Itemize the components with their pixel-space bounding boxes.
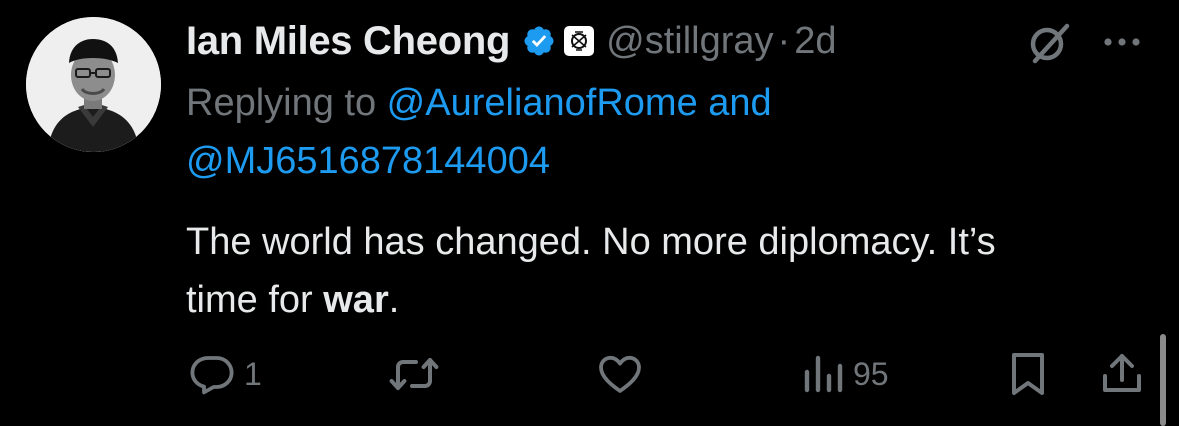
- replying-to: Replying to @AurelianofRome and @MJ651687…: [186, 74, 1086, 190]
- scrollbar[interactable]: [1160, 334, 1166, 426]
- like-icon: [599, 355, 641, 393]
- share-icon: [1103, 354, 1141, 392]
- like-button[interactable]: [596, 346, 644, 402]
- tweet-text-suffix: .: [388, 279, 400, 321]
- tweet-text: The world has changed. No more diplomacy…: [186, 213, 1166, 329]
- retweet-icon: [389, 358, 439, 390]
- verified-badge-icon[interactable]: [522, 24, 556, 58]
- bookmark-button[interactable]: [1006, 346, 1050, 402]
- tweet-text-bold: war: [323, 279, 389, 321]
- tweet-text-line-1: The world has changed. No more diplomacy…: [186, 221, 996, 263]
- views-icon: [804, 355, 843, 393]
- reply-count: 1: [244, 355, 262, 392]
- views-button[interactable]: 95: [801, 346, 889, 402]
- more-options-icon[interactable]: [1100, 22, 1144, 62]
- avatar-photo: [26, 17, 161, 152]
- author-name[interactable]: Ian Miles Cheong: [186, 19, 510, 64]
- affiliation-logo-icon: [571, 31, 588, 51]
- grok-icon[interactable]: [1026, 20, 1072, 66]
- tweet-timestamp[interactable]: 2d: [794, 20, 836, 63]
- action-bar: 1 95: [0, 346, 1179, 402]
- tweet-header: Ian Miles Cheong @stillgray · 2d: [186, 12, 836, 70]
- header-separator: ·: [777, 19, 791, 62]
- reply-mention-1[interactable]: @AurelianofRome: [387, 82, 698, 124]
- share-button[interactable]: [1100, 346, 1144, 402]
- reply-icon: [190, 356, 234, 395]
- tweet-text-line-2: time for: [186, 279, 324, 321]
- reply-mention-2[interactable]: @MJ6516878144004: [186, 140, 550, 182]
- views-count: 95: [853, 355, 889, 392]
- replying-prefix: Replying to: [186, 82, 387, 124]
- affiliation-badge-icon[interactable]: [564, 26, 595, 56]
- bookmark-icon: [1012, 353, 1044, 395]
- retweet-button[interactable]: [388, 346, 440, 402]
- reply-joiner[interactable]: and: [698, 82, 771, 124]
- author-handle[interactable]: @stillgray: [606, 20, 773, 63]
- reply-button[interactable]: 1: [188, 346, 262, 402]
- avatar[interactable]: [26, 17, 161, 152]
